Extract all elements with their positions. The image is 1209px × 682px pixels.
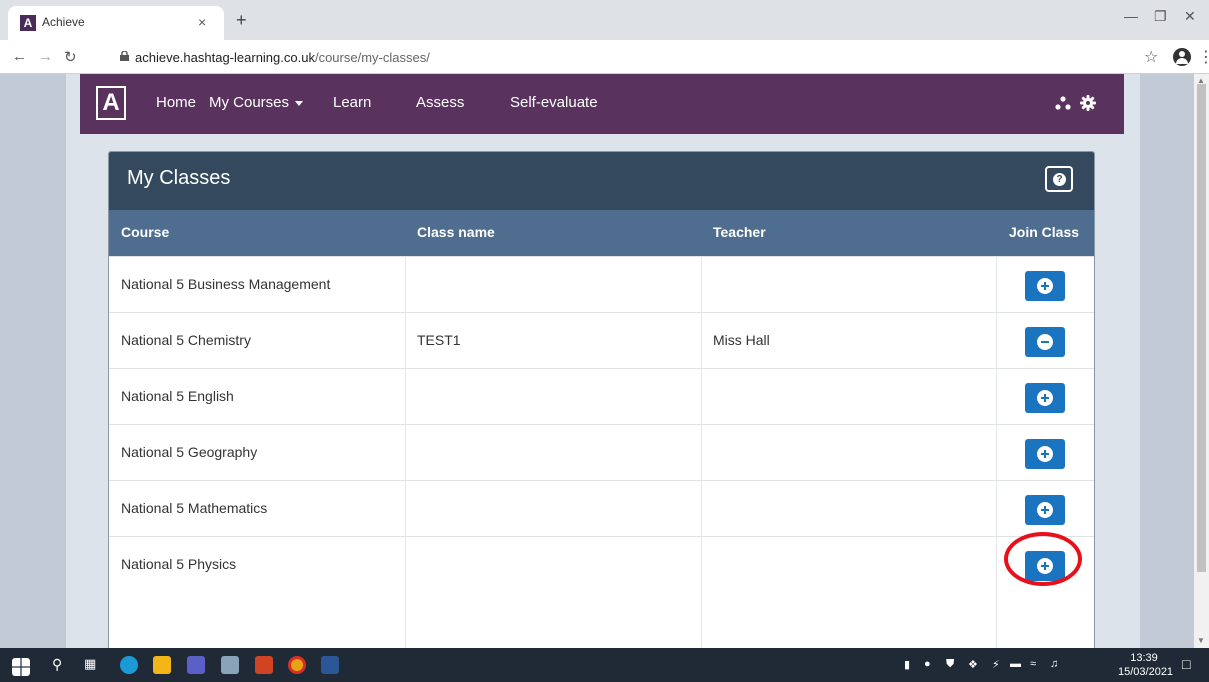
nav-my-courses-label: My Courses bbox=[209, 94, 290, 111]
app-navbar: A Home My Courses Learn Assess Self-eval… bbox=[80, 74, 1124, 134]
windows-taskbar: ⚲ ▦ ▮ ● ⛊ ❖ ⚡ ▬ ≈ ♫ 13:39 15/03/2021 □ bbox=[0, 648, 1209, 682]
table-row: National 5 Mathematics bbox=[109, 480, 1094, 536]
achieve-favicon-icon: A bbox=[20, 15, 36, 31]
course-cell: National 5 English bbox=[121, 388, 234, 404]
highlight-annotation bbox=[1004, 532, 1082, 586]
plus-circle-icon bbox=[1037, 502, 1053, 518]
sitemap-icon[interactable] bbox=[1055, 96, 1071, 110]
scroll-down-icon[interactable]: ▼ bbox=[1197, 636, 1205, 645]
bookmark-star-icon[interactable]: ☆ bbox=[1144, 47, 1158, 67]
plus-circle-icon bbox=[1037, 446, 1053, 462]
column-course: Course bbox=[121, 224, 170, 240]
teams-icon[interactable] bbox=[187, 656, 205, 674]
windows-start-icon[interactable] bbox=[12, 658, 30, 676]
nav-assess[interactable]: Assess bbox=[416, 94, 464, 111]
gear-icon[interactable] bbox=[1080, 95, 1096, 111]
question-circle-icon: ? bbox=[1056, 174, 1063, 185]
task-view-icon[interactable]: ▦ bbox=[84, 656, 96, 672]
nav-self-evaluate[interactable]: Self-evaluate bbox=[510, 94, 598, 111]
taskbar-clock[interactable]: 13:39 15/03/2021 bbox=[1118, 651, 1174, 679]
table-row: National 5 English bbox=[109, 368, 1094, 424]
caret-down-icon bbox=[295, 100, 304, 106]
nav-home[interactable]: Home bbox=[156, 94, 196, 111]
achieve-logo[interactable]: A bbox=[96, 86, 126, 120]
edge-icon[interactable] bbox=[120, 656, 138, 674]
account-icon[interactable] bbox=[1173, 48, 1191, 66]
scrollbar-thumb[interactable] bbox=[1197, 84, 1206, 572]
wifi-icon[interactable]: ≈ bbox=[1030, 658, 1036, 670]
course-cell: National 5 Chemistry bbox=[121, 332, 251, 348]
restore-icon[interactable]: ❐ bbox=[1154, 8, 1167, 25]
notes-app-icon[interactable] bbox=[221, 656, 239, 674]
new-tab-button[interactable]: + bbox=[236, 10, 247, 31]
url-path: /course/my-classes/ bbox=[314, 50, 430, 65]
tab-close-icon[interactable]: × bbox=[198, 14, 206, 30]
class-name-cell: TEST1 bbox=[417, 332, 461, 348]
address-bar: ← → ↻ achieve.hashtag-learning.co.uk/cou… bbox=[0, 40, 1209, 74]
join-class-button[interactable] bbox=[1025, 439, 1065, 469]
minimize-icon[interactable]: — bbox=[1124, 8, 1138, 24]
course-cell: National 5 Mathematics bbox=[121, 500, 268, 516]
panel-title: My Classes bbox=[127, 167, 231, 189]
table-row: National 5 Physics bbox=[109, 536, 1094, 592]
join-class-button[interactable] bbox=[1025, 271, 1065, 301]
browser-tab[interactable]: A Achieve × bbox=[8, 6, 224, 40]
column-join-class: Join Class bbox=[1009, 224, 1080, 240]
back-arrow-icon[interactable]: ← bbox=[12, 48, 27, 65]
lock-icon bbox=[120, 51, 129, 61]
volume-icon[interactable]: ♫ bbox=[1050, 658, 1058, 670]
file-explorer-icon[interactable] bbox=[153, 656, 171, 674]
leave-class-button[interactable] bbox=[1025, 327, 1065, 357]
tab-title: Achieve bbox=[42, 15, 85, 29]
chrome-icon[interactable] bbox=[288, 656, 306, 674]
nav-learn[interactable]: Learn bbox=[333, 94, 371, 111]
word-icon[interactable] bbox=[321, 656, 339, 674]
notifications-icon[interactable]: □ bbox=[1182, 656, 1190, 672]
join-class-button[interactable] bbox=[1025, 495, 1065, 525]
clock-time: 13:39 bbox=[1130, 652, 1158, 664]
nav-my-courses[interactable]: My Courses bbox=[209, 94, 304, 111]
clock-date: 15/03/2021 bbox=[1118, 666, 1174, 678]
plus-circle-icon bbox=[1037, 390, 1053, 406]
minus-circle-icon bbox=[1037, 334, 1053, 350]
teacher-cell: Miss Hall bbox=[713, 332, 770, 348]
help-button[interactable]: ? bbox=[1045, 166, 1073, 192]
forward-arrow-icon[interactable]: → bbox=[38, 48, 53, 65]
search-icon[interactable]: ⚲ bbox=[52, 656, 62, 673]
tray-tool-icon[interactable]: ❖ bbox=[968, 658, 978, 671]
course-cell: National 5 Physics bbox=[121, 556, 237, 572]
table-row: National 5 Business Management bbox=[109, 256, 1094, 312]
column-class-name: Class name bbox=[417, 224, 495, 240]
course-cell: National 5 Business Management bbox=[121, 276, 331, 292]
table-row: National 5 Geography bbox=[109, 424, 1094, 480]
battery-icon[interactable]: ▬ bbox=[1010, 658, 1021, 670]
table-header: Course Class name Teacher Join Class bbox=[109, 210, 1094, 256]
window-close-icon[interactable]: ✕ bbox=[1184, 8, 1196, 25]
browser-tab-strip: A Achieve × + — ❐ ✕ bbox=[0, 0, 1209, 40]
table-row: National 5 Chemistry TEST1 Miss Hall bbox=[109, 312, 1094, 368]
shield-icon[interactable]: ⛊ bbox=[946, 658, 954, 671]
course-cell: National 5 Geography bbox=[121, 444, 258, 460]
url-field[interactable]: achieve.hashtag-learning.co.uk/course/my… bbox=[135, 50, 430, 65]
usb-icon[interactable]: ▮ bbox=[904, 658, 910, 671]
join-class-button[interactable] bbox=[1025, 383, 1065, 413]
reload-icon[interactable]: ↻ bbox=[64, 48, 77, 66]
column-teacher: Teacher bbox=[713, 224, 766, 240]
panel-header: My Classes ? bbox=[109, 152, 1094, 210]
tray-app-icon[interactable]: ● bbox=[924, 658, 931, 670]
powerpoint-icon[interactable] bbox=[255, 656, 273, 674]
url-domain: achieve.hashtag-learning.co.uk bbox=[135, 50, 315, 65]
browser-menu-icon[interactable]: ⋮ bbox=[1198, 47, 1209, 67]
plus-circle-icon bbox=[1037, 278, 1053, 294]
bluetooth-icon[interactable]: ⚡ bbox=[992, 658, 1000, 671]
my-classes-panel: My Classes ? Course Class name Teacher J… bbox=[108, 151, 1095, 663]
